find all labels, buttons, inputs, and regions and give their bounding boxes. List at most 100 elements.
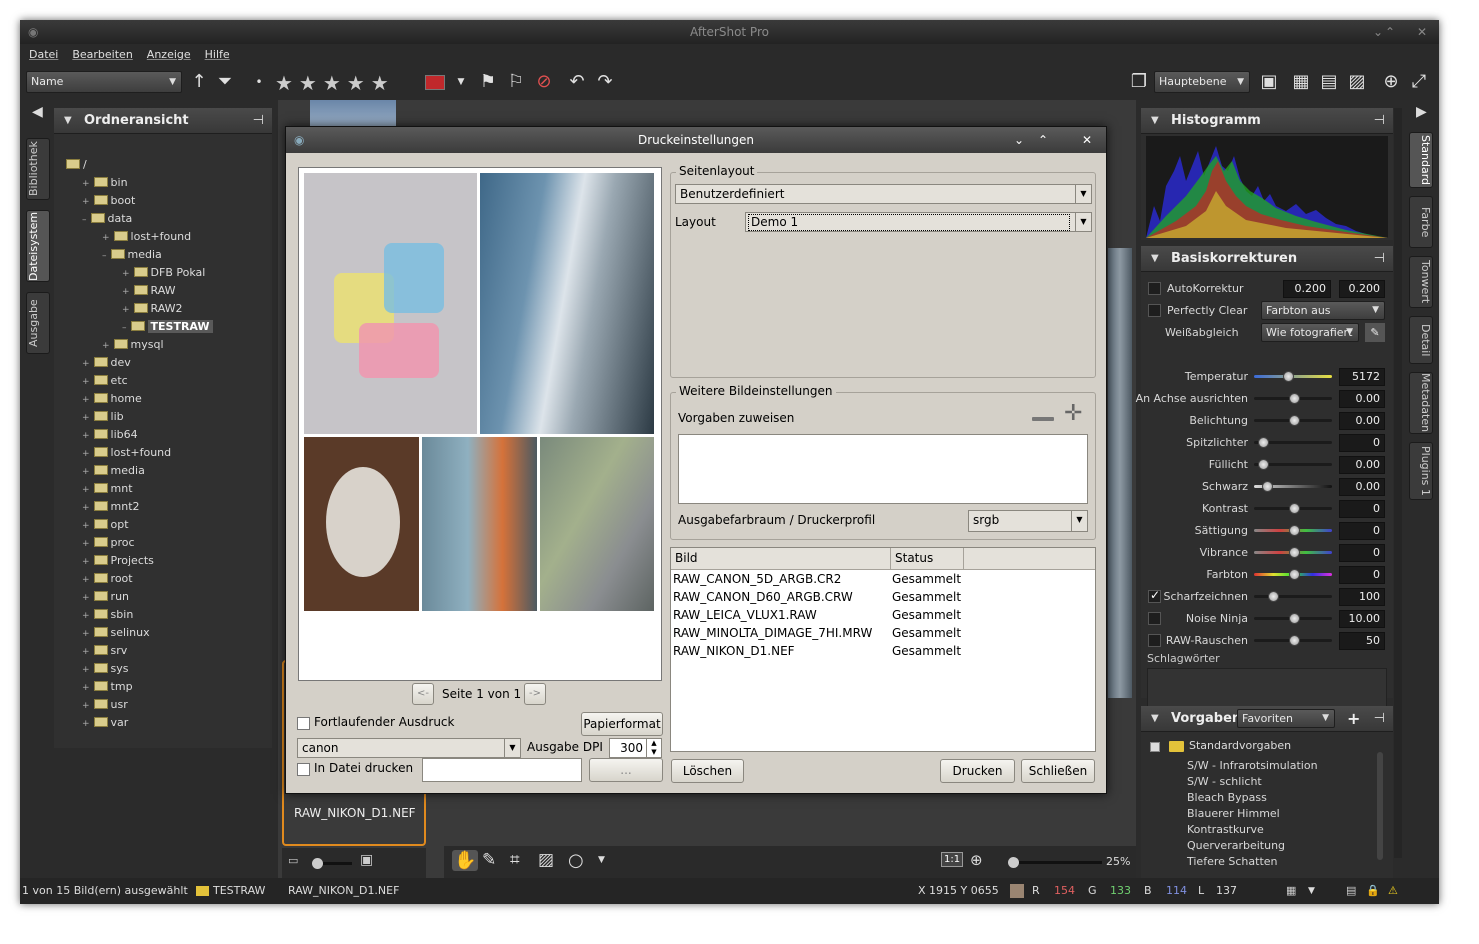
tab-bibliothek[interactable]: Bibliothek [26,138,50,200]
tree-item[interactable]: + home [82,390,142,408]
slider-value[interactable]: 10.00 [1339,610,1385,628]
straighten-tool-icon[interactable]: ▨ [538,850,554,870]
expand-toggle-icon[interactable]: – [82,215,87,225]
expand-toggle-icon[interactable]: – [122,323,127,333]
eyedropper-icon[interactable]: ✎ [1365,323,1385,342]
tab-ausgabe[interactable]: Ausgabe [26,292,50,354]
color-dropdown-icon[interactable]: ▼ [448,67,474,97]
tab-right-0[interactable]: Standard [1409,132,1433,188]
pin-icon[interactable]: ⊣ [253,108,264,134]
expand-toggle-icon[interactable]: + [82,629,90,639]
rotate-left-icon[interactable]: ↶ [564,67,590,97]
pin-icon[interactable]: ⊣ [1374,108,1385,134]
autocorrect-value-1[interactable]: 0.200 [1283,280,1331,298]
paper-format-button[interactable]: Papierformat [581,712,663,736]
compare-view-icon[interactable]: ▤ [1316,67,1342,97]
tree-item[interactable]: / [62,156,87,174]
add-preset-icon[interactable]: ✛ [1064,403,1082,425]
thumb-size-slider[interactable] [312,858,352,869]
tab-right-2[interactable]: Tonwert [1409,256,1433,308]
dot-icon[interactable]: • [246,67,272,97]
tree-item[interactable]: + sys [82,660,129,678]
layout-combo[interactable]: Demo 1 ▼ [745,212,1092,232]
slider-knob-icon[interactable] [1257,459,1269,470]
adjust-slider[interactable] [1254,393,1332,404]
tree-item[interactable]: + srv [82,642,127,660]
expand-toggle-icon[interactable]: + [122,287,130,297]
slider-knob-icon[interactable] [1262,481,1274,492]
slider-knob-icon[interactable] [1289,635,1300,646]
slider-checkbox[interactable] [1148,634,1161,647]
expand-toggle-icon[interactable]: – [102,251,107,261]
tree-item[interactable]: + dev [82,354,131,372]
tab-right-4[interactable]: Metadaten [1409,372,1433,434]
slider-knob-icon[interactable] [1289,547,1300,558]
zoom-1to1-button[interactable]: 1:1 [941,852,964,867]
slider-knob-icon[interactable] [1289,525,1300,536]
slider-value[interactable]: 0.00 [1339,412,1385,430]
adjust-slider[interactable] [1254,371,1332,382]
expand-toggle-icon[interactable]: + [122,269,130,279]
expand-toggle-icon[interactable]: + [122,305,130,315]
tree-item[interactable]: + tmp [82,678,133,696]
dialog-minimize-icon[interactable]: ⌄ [1014,127,1024,153]
slider-value[interactable]: 0 [1339,434,1385,452]
autocorrect-checkbox[interactable] [1148,282,1161,295]
tree-item[interactable]: + boot [82,192,135,210]
slider-knob-icon[interactable] [1289,393,1300,404]
slider-value[interactable]: 0 [1339,544,1385,562]
single-view-icon[interactable]: ▨ [1344,67,1370,97]
slider-checkbox[interactable] [1148,612,1161,625]
adjust-slider[interactable] [1254,503,1332,514]
expand-toggle-icon[interactable]: + [82,431,90,441]
sort-up-icon[interactable]: ↑ [186,67,212,97]
collapse-triangle-icon[interactable]: ▼ [1151,246,1159,272]
tree-item[interactable]: + selinux [82,624,150,642]
folder-panel-header[interactable]: ▼ Ordneransicht ⊣ [54,108,272,134]
sort-combo[interactable]: Name [26,71,182,93]
basic-corrections-header[interactable]: ▼ Basiskorrekturen ⊣ [1141,246,1393,272]
flag-icon[interactable]: ⚑ [475,67,501,97]
expand-toggle-icon[interactable]: + [82,359,90,369]
collapse-right-icon[interactable]: ▶ [1416,104,1427,120]
perfect-clear-checkbox[interactable] [1148,304,1161,317]
remove-preset-icon[interactable] [1032,417,1054,421]
dialog-close-icon[interactable]: ✕ [1082,127,1092,153]
slider-value[interactable]: 0 [1339,522,1385,540]
tab-dateisystem[interactable]: Dateisystem [26,210,50,282]
tree-item[interactable]: + DFB Pokal [122,264,205,282]
menu-hilfe[interactable]: Hilfe [198,44,237,66]
fullscreen-icon[interactable]: ⤢ [1406,67,1432,97]
tree-item[interactable]: + proc [82,534,135,552]
tree-item[interactable]: – data [82,210,132,228]
layout-preset-combo[interactable]: Benutzerdefiniert ▼ [675,184,1092,204]
print-to-file-checkbox[interactable] [297,763,310,776]
color-label-swatch[interactable] [425,75,445,90]
slider-value[interactable]: 0 [1339,500,1385,518]
collapse-triangle-icon[interactable]: ▼ [1151,706,1159,732]
warning-icon[interactable]: ⚠ [1388,878,1398,904]
histogram-header[interactable]: ▼ Histogramm ⊣ [1141,108,1393,134]
large-thumb-icon[interactable]: ▣ [360,852,373,868]
pin-icon[interactable]: ⊣ [1374,246,1385,272]
slider-value[interactable]: 0.00 [1339,390,1385,408]
tree-item[interactable]: + etc [82,372,128,390]
autocorrect-value-2[interactable]: 0.200 [1339,280,1385,298]
layout-status-icon[interactable]: ▤ [1346,878,1356,904]
expand-toggle-icon[interactable]: + [82,521,90,531]
printer-combo[interactable]: canon ▼ [297,738,521,758]
tree-item[interactable]: + lost+found [102,228,191,246]
expand-toggle-icon[interactable]: + [82,557,90,567]
zoom-slider[interactable] [1008,857,1102,868]
tree-item[interactable]: + root [82,570,133,588]
dpi-spinner[interactable]: 300 ▲ ▼ [609,738,662,758]
slider-knob-icon[interactable] [1289,613,1300,624]
crop-tool-icon[interactable]: ⌗ [510,850,520,870]
rotate-right-icon[interactable]: ↷ [592,67,618,97]
presets-filter-combo[interactable]: Favoriten [1237,709,1335,728]
adjust-slider[interactable] [1254,415,1332,426]
expand-toggle-icon[interactable]: + [82,647,90,657]
adjust-slider[interactable] [1254,525,1332,536]
tree-item[interactable]: + Projects [82,552,154,570]
file-path-input[interactable] [422,758,582,782]
